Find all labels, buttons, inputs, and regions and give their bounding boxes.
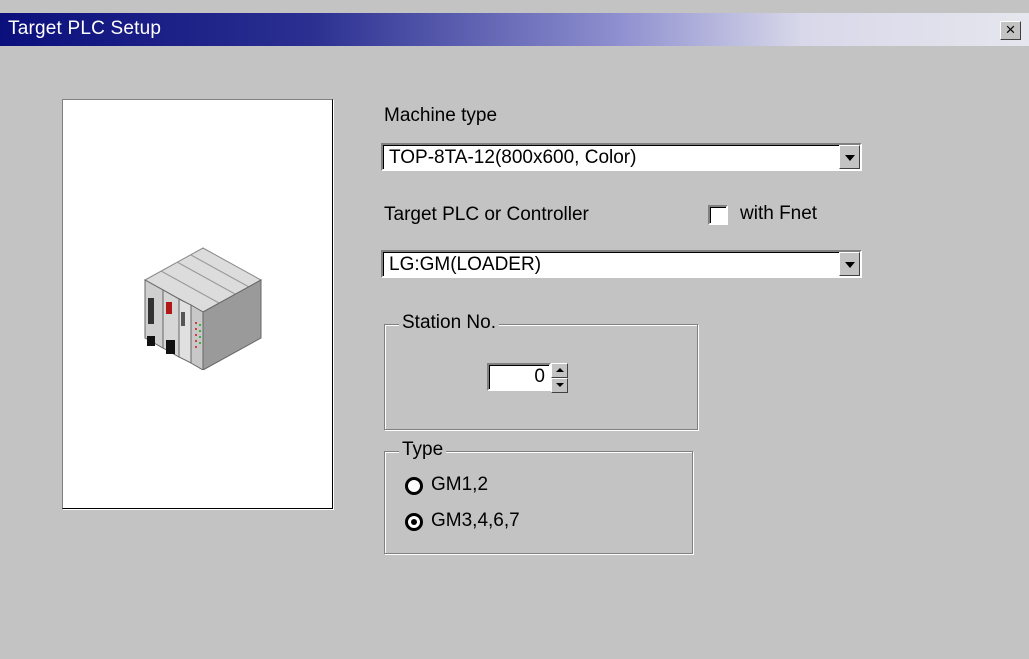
title-bar[interactable]: Target PLC Setup × bbox=[0, 13, 1029, 46]
plc-picture-frame bbox=[62, 99, 333, 509]
spin-up-icon[interactable] bbox=[551, 363, 568, 378]
spin-down-icon[interactable] bbox=[551, 378, 568, 393]
radio-unchecked-icon[interactable] bbox=[405, 477, 423, 495]
chevron-down-icon[interactable] bbox=[839, 145, 860, 169]
station-no-value: 0 bbox=[534, 366, 545, 387]
chevron-down-icon[interactable] bbox=[839, 252, 860, 276]
radio-gm12-label: GM1,2 bbox=[431, 474, 489, 495]
target-plc-value: LG:GM(LOADER) bbox=[389, 254, 542, 275]
station-no-input[interactable]: 0 bbox=[487, 363, 551, 391]
dialog-body: Machine type TOP-8TA-12(800x600, Color) … bbox=[0, 46, 1029, 659]
type-legend: Type bbox=[399, 439, 447, 461]
machine-type-label: Machine type bbox=[384, 105, 498, 126]
with-fnet-label: with Fnet bbox=[740, 203, 818, 224]
target-plc-setup-dialog: Target PLC Setup × Machine type TOP-8TA-… bbox=[0, 0, 1029, 659]
type-group: Type GM1,2 GM3,4,6,7 bbox=[384, 439, 693, 554]
radio-gm3467-label: GM3,4,6,7 bbox=[431, 510, 520, 531]
window-title: Target PLC Setup bbox=[8, 18, 162, 39]
station-no-group: Station No. 0 bbox=[384, 312, 698, 430]
machine-type-value: TOP-8TA-12(800x600, Color) bbox=[389, 147, 637, 168]
target-plc-label: Target PLC or Controller bbox=[384, 204, 589, 225]
close-button[interactable]: × bbox=[1000, 21, 1021, 40]
plc-rack-icon bbox=[143, 247, 263, 370]
station-no-stepper[interactable] bbox=[551, 363, 568, 393]
with-fnet-checkbox[interactable] bbox=[708, 205, 728, 225]
radio-checked-icon[interactable] bbox=[405, 513, 423, 531]
target-plc-select[interactable]: LG:GM(LOADER) bbox=[381, 250, 862, 278]
machine-type-select[interactable]: TOP-8TA-12(800x600, Color) bbox=[381, 143, 862, 171]
station-no-legend: Station No. bbox=[399, 312, 499, 334]
